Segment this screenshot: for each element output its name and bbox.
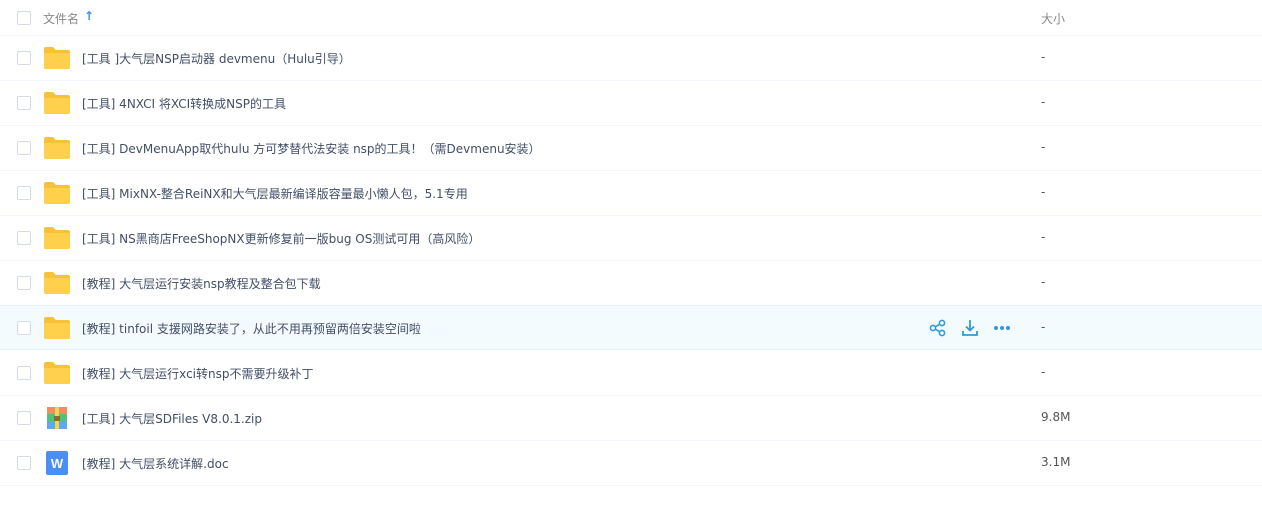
folder-icon[interactable] — [43, 316, 71, 340]
row-checkbox[interactable] — [17, 276, 31, 290]
list-header: 文件名 ↑ 大小 — [0, 0, 1262, 36]
file-size: - — [1041, 50, 1046, 64]
file-size: 9.8M — [1041, 410, 1071, 424]
file-size: - — [1041, 365, 1046, 379]
folder-icon[interactable] — [43, 226, 71, 250]
folder-icon[interactable] — [43, 46, 71, 70]
file-row[interactable]: [工具] 大气层SDFiles V8.0.1.zip 9.8M — [0, 396, 1262, 441]
file-row[interactable]: [教程] 大气层运行安装nsp教程及整合包下载 - — [0, 261, 1262, 306]
row-checkbox[interactable] — [17, 321, 31, 335]
file-row[interactable]: [工具] NS黑商店FreeShopNX更新修复前一版bug OS测试可用（高风… — [0, 216, 1262, 261]
folder-icon[interactable] — [43, 361, 71, 385]
file-row[interactable]: [工具] MixNX-整合ReiNX和大气层最新编译版容量最小懒人包，5.1专用… — [0, 171, 1262, 216]
row-checkbox[interactable] — [17, 456, 31, 470]
share-icon[interactable] — [929, 319, 947, 337]
file-name-link[interactable]: [教程] 大气层系统详解.doc — [82, 455, 229, 472]
sort-ascending-icon[interactable]: ↑ — [84, 9, 94, 23]
folder-icon[interactable] — [43, 136, 71, 160]
row-checkbox[interactable] — [17, 366, 31, 380]
row-checkbox[interactable] — [17, 51, 31, 65]
file-name-link[interactable]: [工具] MixNX-整合ReiNX和大气层最新编译版容量最小懒人包，5.1专用 — [82, 185, 468, 202]
row-checkbox[interactable] — [17, 231, 31, 245]
row-checkbox[interactable] — [17, 141, 31, 155]
file-name-link[interactable]: [工具] 4NXCI 将XCI转换成NSP的工具 — [82, 95, 286, 112]
folder-icon[interactable] — [43, 181, 71, 205]
file-size: - — [1041, 230, 1046, 244]
row-checkbox[interactable] — [17, 411, 31, 425]
file-row[interactable]: [工具] DevMenuApp取代hulu 方可梦替代法安装 nsp的工具！（需… — [0, 126, 1262, 171]
svg-text:W: W — [51, 456, 64, 471]
column-header-name[interactable]: 文件名 — [43, 10, 79, 27]
file-size: - — [1041, 140, 1046, 154]
file-name-link[interactable]: [工具 ]大气层NSP启动器 devmenu（Hulu引导） — [82, 50, 351, 67]
file-size: 3.1M — [1041, 455, 1071, 469]
file-name-link[interactable]: [教程] 大气层运行xci转nsp不需要升级补丁 — [82, 365, 313, 382]
file-row[interactable]: [教程] 大气层运行xci转nsp不需要升级补丁 - — [0, 351, 1262, 396]
file-name-link[interactable]: [教程] tinfoil 支援网路安装了，从此不用再预留两倍安装空间啦 — [82, 320, 421, 337]
more-icon[interactable] — [993, 319, 1011, 337]
folder-icon[interactable] — [43, 91, 71, 115]
file-size: - — [1041, 185, 1046, 199]
file-size: - — [1041, 95, 1046, 109]
file-row[interactable]: [教程] tinfoil 支援网路安装了，从此不用再预留两倍安装空间啦 - — [0, 305, 1262, 350]
column-header-size[interactable]: 大小 — [1041, 10, 1065, 27]
word-document-icon[interactable]: W — [43, 451, 71, 475]
file-name-link[interactable]: [工具] 大气层SDFiles V8.0.1.zip — [82, 410, 262, 427]
file-row[interactable]: [工具 ]大气层NSP启动器 devmenu（Hulu引导） - — [0, 36, 1262, 81]
zip-archive-icon[interactable] — [43, 406, 71, 430]
select-all-checkbox[interactable] — [17, 11, 31, 25]
file-row[interactable]: [工具] 4NXCI 将XCI转换成NSP的工具 - — [0, 81, 1262, 126]
file-list: 文件名 ↑ 大小 [工具 ]大气层NSP启动器 devmenu（Hulu引导） -… — [0, 0, 1262, 524]
file-size: - — [1041, 275, 1046, 289]
file-name-link[interactable]: [工具] DevMenuApp取代hulu 方可梦替代法安装 nsp的工具！（需… — [82, 140, 541, 157]
file-name-link[interactable]: [教程] 大气层运行安装nsp教程及整合包下载 — [82, 275, 321, 292]
file-row[interactable]: W [教程] 大气层系统详解.doc 3.1M — [0, 441, 1262, 486]
file-size: - — [1041, 320, 1046, 334]
folder-icon[interactable] — [43, 271, 71, 295]
row-checkbox[interactable] — [17, 186, 31, 200]
download-icon[interactable] — [961, 319, 979, 337]
file-name-link[interactable]: [工具] NS黑商店FreeShopNX更新修复前一版bug OS测试可用（高风… — [82, 230, 480, 247]
row-checkbox[interactable] — [17, 96, 31, 110]
